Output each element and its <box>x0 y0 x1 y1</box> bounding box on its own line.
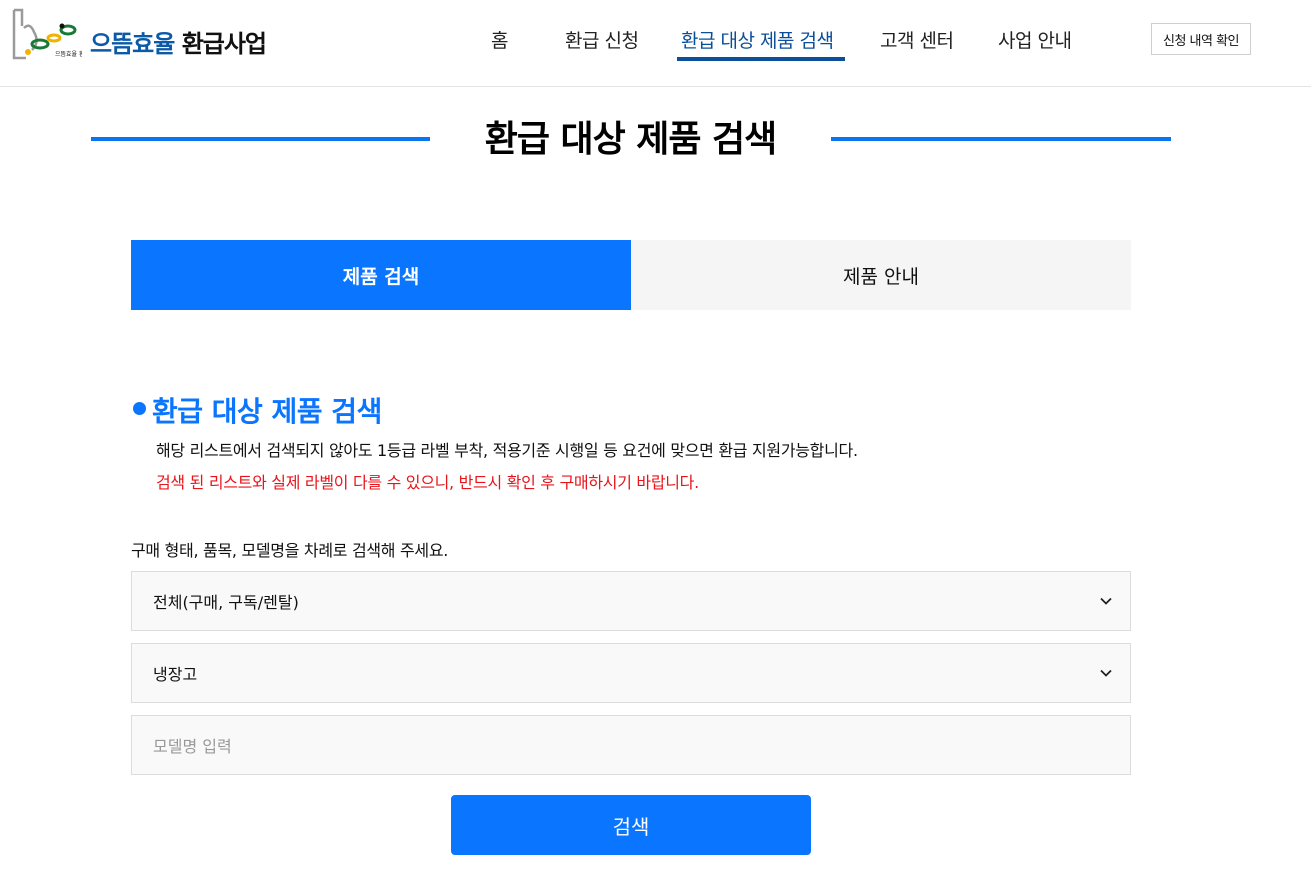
site-header: 으뜸효율 환급사업 으뜸효율 환급사업 홈 환급 신청 환급 대상 제품 검색 … <box>0 0 1311 87</box>
page-title: 환급 대상 제품 검색 <box>484 119 778 160</box>
model-name-input[interactable]: 모델명 입력 <box>131 715 1131 775</box>
form-instruction: 구매 형태, 품목, 모델명을 차례로 검색해 주세요. <box>131 541 449 560</box>
purchase-type-value: 전체(구매, 구독/렌탈) <box>153 593 299 612</box>
nav-refund-apply[interactable]: 환급 신청 <box>565 26 639 53</box>
tab-product-info[interactable]: 제품 안내 <box>631 240 1131 310</box>
purchase-type-select[interactable]: 전체(구매, 구독/렌탈) <box>131 571 1131 631</box>
section-warning: 검색 된 리스트와 실제 라벨이 다를 수 있으니, 반드시 확인 후 구매하시… <box>156 473 699 492</box>
search-button[interactable]: 검색 <box>451 795 811 855</box>
model-name-placeholder: 모델명 입력 <box>153 737 232 756</box>
title-decor-left <box>91 137 430 141</box>
nav-home[interactable]: 홈 <box>491 26 508 53</box>
section-title: 환급 대상 제품 검색 <box>152 395 382 428</box>
logo-icon[interactable]: 으뜸효율 환급사업 <box>10 6 82 70</box>
nav-customer-center[interactable]: 고객 센터 <box>880 26 954 53</box>
category-select[interactable]: 냉장고 <box>131 643 1131 703</box>
title-decor-right <box>831 137 1171 141</box>
section-description: 해당 리스트에서 검색되지 않아도 1등급 라벨 부착, 적용기준 시행일 등 … <box>156 441 858 460</box>
chevron-down-icon <box>1100 597 1112 605</box>
nav-product-search[interactable]: 환급 대상 제품 검색 <box>681 26 834 53</box>
section-bullet-icon <box>133 402 146 415</box>
nav-active-indicator <box>677 57 845 61</box>
category-value: 냉장고 <box>153 665 198 684</box>
nav-business-info[interactable]: 사업 안내 <box>998 26 1072 53</box>
brand-secondary: 환급사업 <box>181 30 267 58</box>
tab-product-search[interactable]: 제품 검색 <box>131 240 631 310</box>
brand-primary: 으뜸효율 <box>90 30 175 58</box>
chevron-down-icon <box>1100 669 1112 677</box>
brand-title[interactable]: 으뜸효율 환급사업 <box>90 24 267 59</box>
check-history-button[interactable]: 신청 내역 확인 <box>1151 23 1251 55</box>
svg-text:으뜸효율 환급사업: 으뜸효율 환급사업 <box>55 50 82 58</box>
